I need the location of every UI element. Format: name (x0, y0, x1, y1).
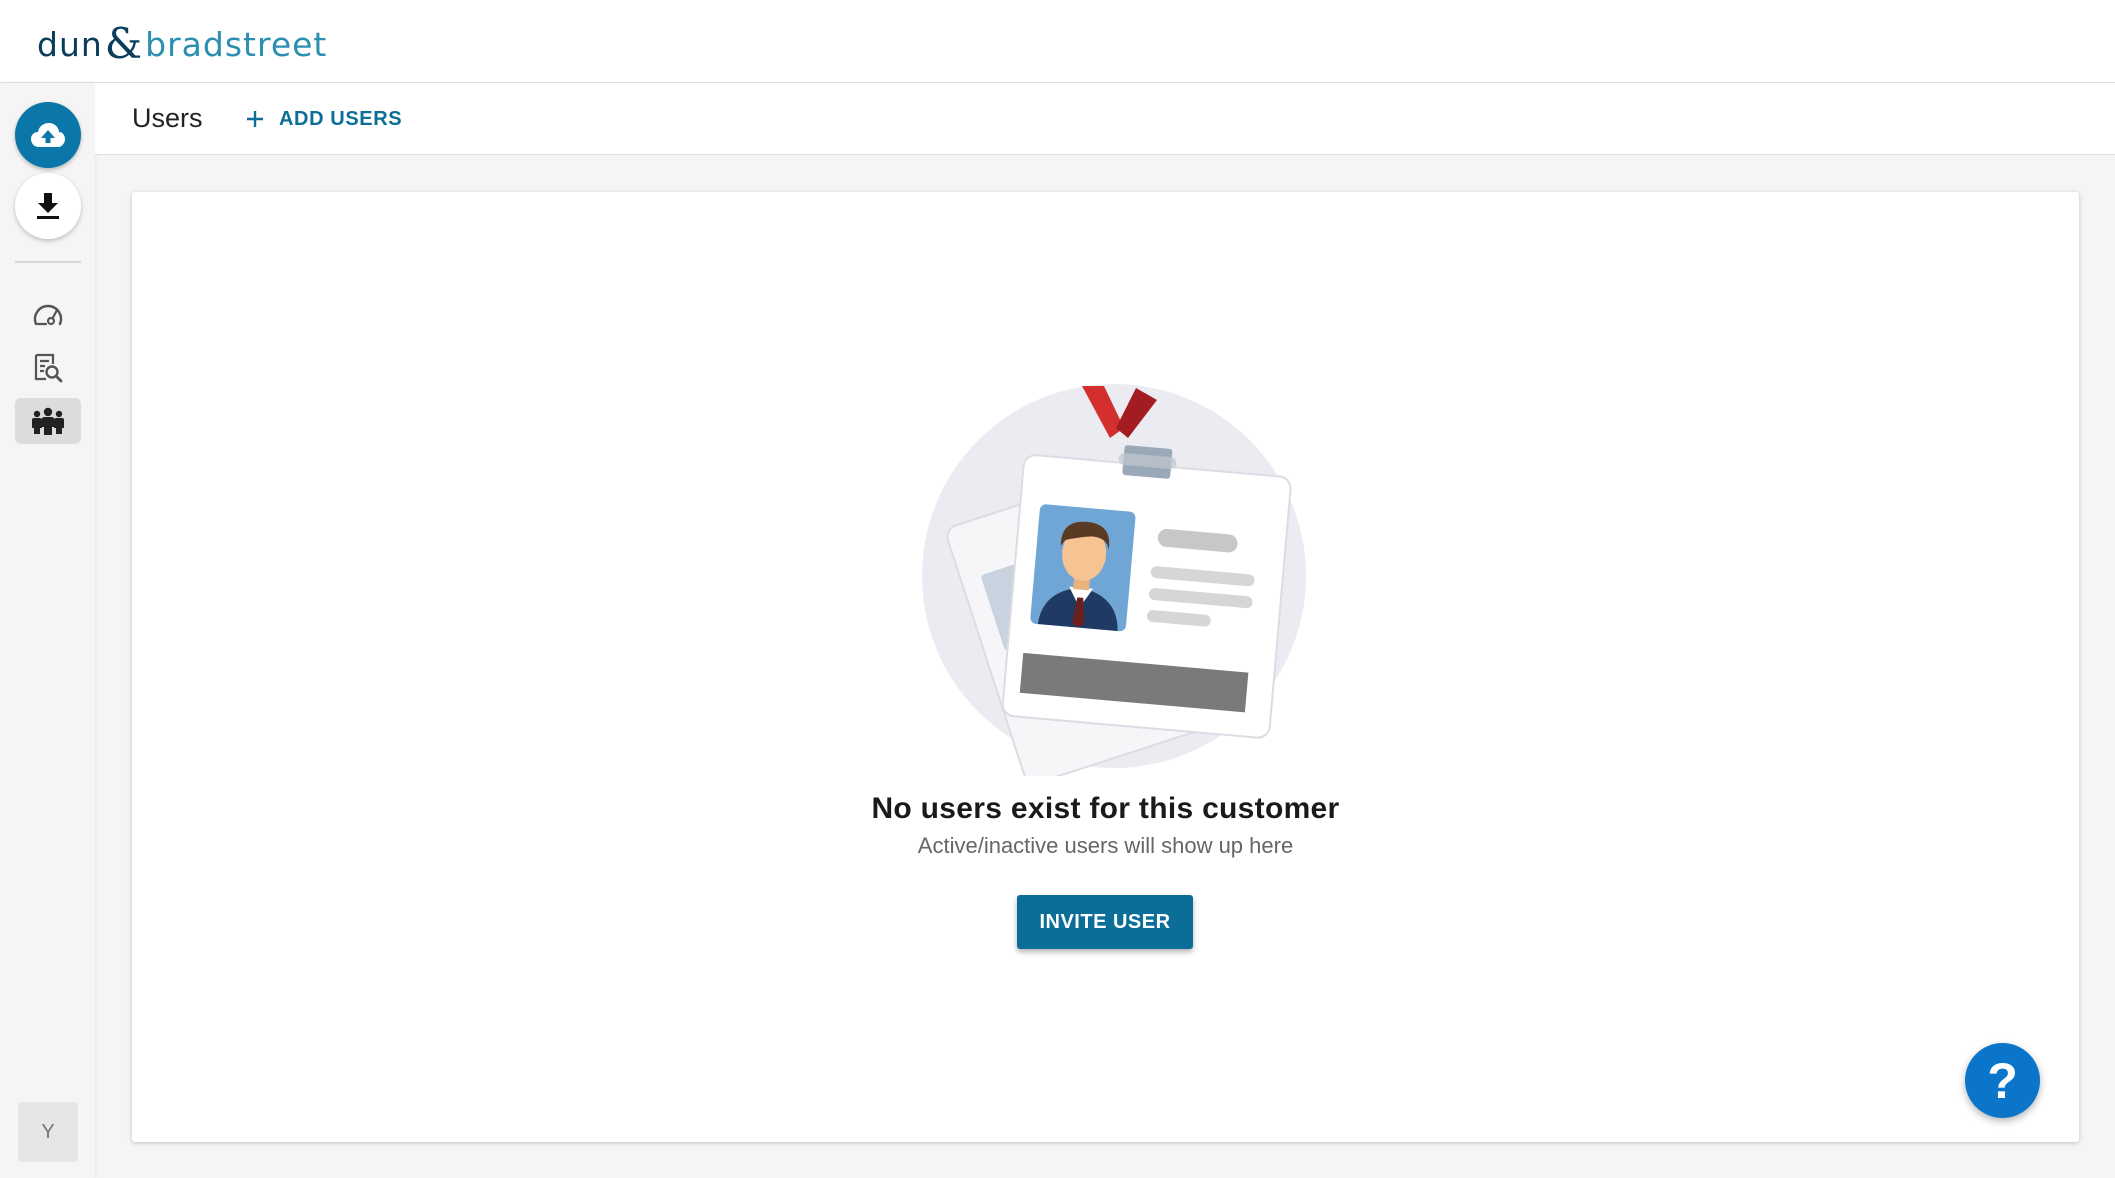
page-header: Users ADD USERS (95, 83, 2115, 155)
left-rail: Y (0, 83, 95, 1178)
empty-state-subtitle: Active/inactive users will show up here (917, 833, 1294, 858)
rail-divider (15, 261, 81, 263)
empty-state-title: No users exist for this customer (871, 792, 1340, 825)
upload-button[interactable] (15, 102, 81, 168)
download-icon (37, 193, 59, 219)
plus-icon (247, 111, 263, 127)
download-button[interactable] (15, 173, 81, 239)
brand-logo-part1: dun (37, 24, 103, 64)
help-button[interactable]: ? (1965, 1043, 2040, 1118)
users-card: No users exist for this customer Active/… (132, 192, 2079, 1142)
page-title: Users (132, 103, 203, 133)
document-search-icon (34, 353, 63, 383)
speedometer-icon (33, 304, 63, 326)
help-icon: ? (1987, 1052, 2018, 1109)
invite-user-button[interactable]: INVITE USER (1017, 895, 1193, 949)
add-users-label: ADD USERS (279, 107, 403, 130)
nav-data-search[interactable] (15, 345, 81, 391)
nav-dashboard[interactable] (15, 291, 81, 337)
id-badge-illustration (922, 384, 1306, 776)
cloud-upload-icon (31, 123, 65, 147)
brand-logo-part2: bradstreet (145, 24, 328, 64)
nav-users[interactable] (15, 398, 81, 444)
people-icon (32, 407, 64, 435)
add-users-button[interactable]: ADD USERS (245, 103, 402, 135)
top-header: dun & bradstreet (0, 0, 2115, 83)
brand-logo[interactable]: dun & bradstreet (37, 22, 327, 66)
brand-logo-ampersand: & (104, 19, 144, 68)
user-avatar[interactable]: Y (18, 1102, 78, 1162)
